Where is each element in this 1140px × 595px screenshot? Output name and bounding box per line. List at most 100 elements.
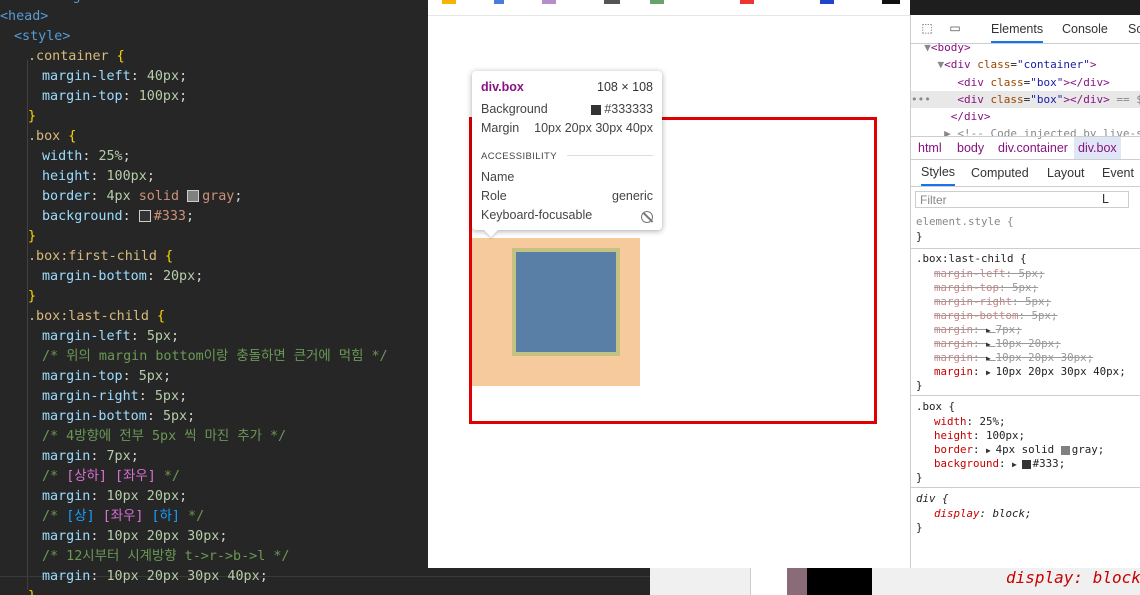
css-prop-value[interactable]: 10px 20px 30px 40px [996,365,1120,378]
css-prop-value[interactable]: gray [1072,443,1098,456]
css-prop-value: 5px [1018,267,1039,280]
css-prop-name: margin-left [934,267,1006,280]
breadcrumb-container[interactable]: div.container [998,137,1068,159]
tooltip-dimensions: 108 × 108 [597,80,653,94]
rule-selector-text: div { [916,492,949,505]
code-colon: : [82,149,99,164]
code-comment: [좌우] [102,509,144,524]
not-focusable-icon [641,210,653,223]
tooltip-name-label: Name [481,170,515,184]
css-colon: : [1012,295,1026,308]
tab-console[interactable]: Console [1062,15,1108,43]
rule-selector: .box { [916,400,955,414]
css-declaration-overridden: margin: ▶ 7px; [934,323,1022,337]
color-swatch-icon[interactable] [1021,459,1031,469]
rule-selector-text[interactable]: .box:last-child { [916,252,1027,265]
css-declaration: height: 100px; [934,429,1025,443]
css-declaration-text: margin-right: 5px; [934,295,1051,308]
code-comment: [좌우] [115,469,156,484]
rule-selector-text[interactable]: .box { [916,400,955,413]
css-declaration-overridden: margin-top: 5px; [934,281,1038,295]
css-prop-value[interactable]: #333 [1033,457,1059,470]
code-brace: { [108,49,125,64]
bookmark-icon[interactable] [740,0,754,4]
tab-elements[interactable]: Elements [991,15,1044,43]
bookmark-icon[interactable] [494,0,504,4]
code-property: margin [42,489,91,504]
css-declaration-overridden: margin-right: 5px; [934,295,1051,309]
code-line: margin-left: 5px; [42,327,179,347]
css-declaration-overridden: margin: ▶ 10px 20px 30px; [934,351,1093,365]
expand-triangle-icon[interactable]: ▶ [986,340,996,349]
color-swatch-icon[interactable] [1060,445,1070,455]
css-colon: : [1018,309,1032,322]
expand-triangle-icon[interactable]: ▶ [986,446,996,455]
css-prop-value[interactable]: 25% [980,415,1000,428]
css-prop-name[interactable]: height [934,429,973,442]
divider [911,487,1140,488]
styles-filter-input[interactable]: Filter [915,191,1129,208]
tab-layout[interactable]: Layout [1047,160,1085,186]
code-comment [95,509,103,524]
css-prop-name[interactable]: border [934,443,973,456]
css-colon: : [966,415,980,428]
tab-computed[interactable]: Computed [971,160,1029,186]
bookmark-icon[interactable] [820,0,834,4]
code-value: 10px 20px [106,489,180,504]
code-semicolon: ; [234,189,243,204]
code-colon: : [122,369,139,384]
bookmark-icon[interactable] [882,0,900,4]
code-value: #333 [153,209,186,224]
breadcrumb-box[interactable]: div.box [1074,137,1121,159]
expand-triangle-icon[interactable]: ▶ [986,368,996,377]
css-prop-name: margin [934,323,974,336]
css-prop-value: 5px [1025,295,1045,308]
code-brace: { [148,309,166,324]
expand-triangle-icon[interactable]: ▶ [986,326,996,335]
breadcrumb: html body div.container div.box [911,136,1140,160]
code-semicolon: ; [171,329,180,344]
css-prop-name[interactable]: margin [934,365,973,378]
dom-node[interactable]: ▼<div class="container"> [911,56,1096,73]
inspect-element-icon[interactable]: ⬚ [920,21,934,35]
bookmark-icon[interactable] [604,0,620,4]
bookmark-icon[interactable] [650,0,664,4]
code-colon: : [122,209,139,224]
dom-node[interactable]: </div> [911,108,991,125]
device-toolbar-icon[interactable]: ▭ [948,21,962,35]
css-prop-value: 5px [1031,309,1052,322]
code-comment: [상] [66,509,95,524]
code-value: 5px [146,329,171,344]
css-semicolon: ; [1119,365,1126,378]
css-prop-value[interactable]: 100px [986,429,1019,442]
color-swatch-icon[interactable] [138,210,151,222]
tab-sources[interactable]: Sc [1128,15,1140,43]
breadcrumb-html[interactable]: html [918,137,942,159]
css-prop-value[interactable]: 4px solid [996,443,1061,456]
box-element[interactable] [516,252,616,352]
css-semicolon: ; [1031,281,1039,294]
breadcrumb-body[interactable]: body [957,137,984,159]
bookmark-icon[interactable] [542,0,556,4]
background-panel [787,568,807,595]
dom-node[interactable]: <div class="box"></div> [911,74,1109,91]
dom-node[interactable]: ▼<body> [911,39,970,56]
bookmark-icon[interactable] [442,0,456,4]
css-prop-name[interactable]: width [934,415,967,428]
color-swatch-icon[interactable] [187,190,200,202]
css-prop-value: 5px [1012,281,1032,294]
css-declaration-overridden: margin-left: 5px; [934,267,1045,281]
code-selector: .box:last-child [28,309,149,324]
expand-triangle-icon[interactable]: ▶ [1012,460,1022,469]
code-comment: */ [179,509,205,524]
code-line: margin: 10px 20px; [42,487,187,507]
dom-node-selected[interactable]: ••• <div class="box"></div> == $0 [911,91,1140,108]
code-comment: [상하] [66,469,107,484]
code-property: background [42,209,123,224]
expand-triangle-icon[interactable]: ▶ [986,354,996,363]
dom-indent: ••• [911,93,958,106]
code-semicolon: ; [179,489,188,504]
tab-styles[interactable]: Styles [921,160,956,186]
css-prop-name[interactable]: background [934,457,999,470]
code-semicolon: ; [162,369,171,384]
